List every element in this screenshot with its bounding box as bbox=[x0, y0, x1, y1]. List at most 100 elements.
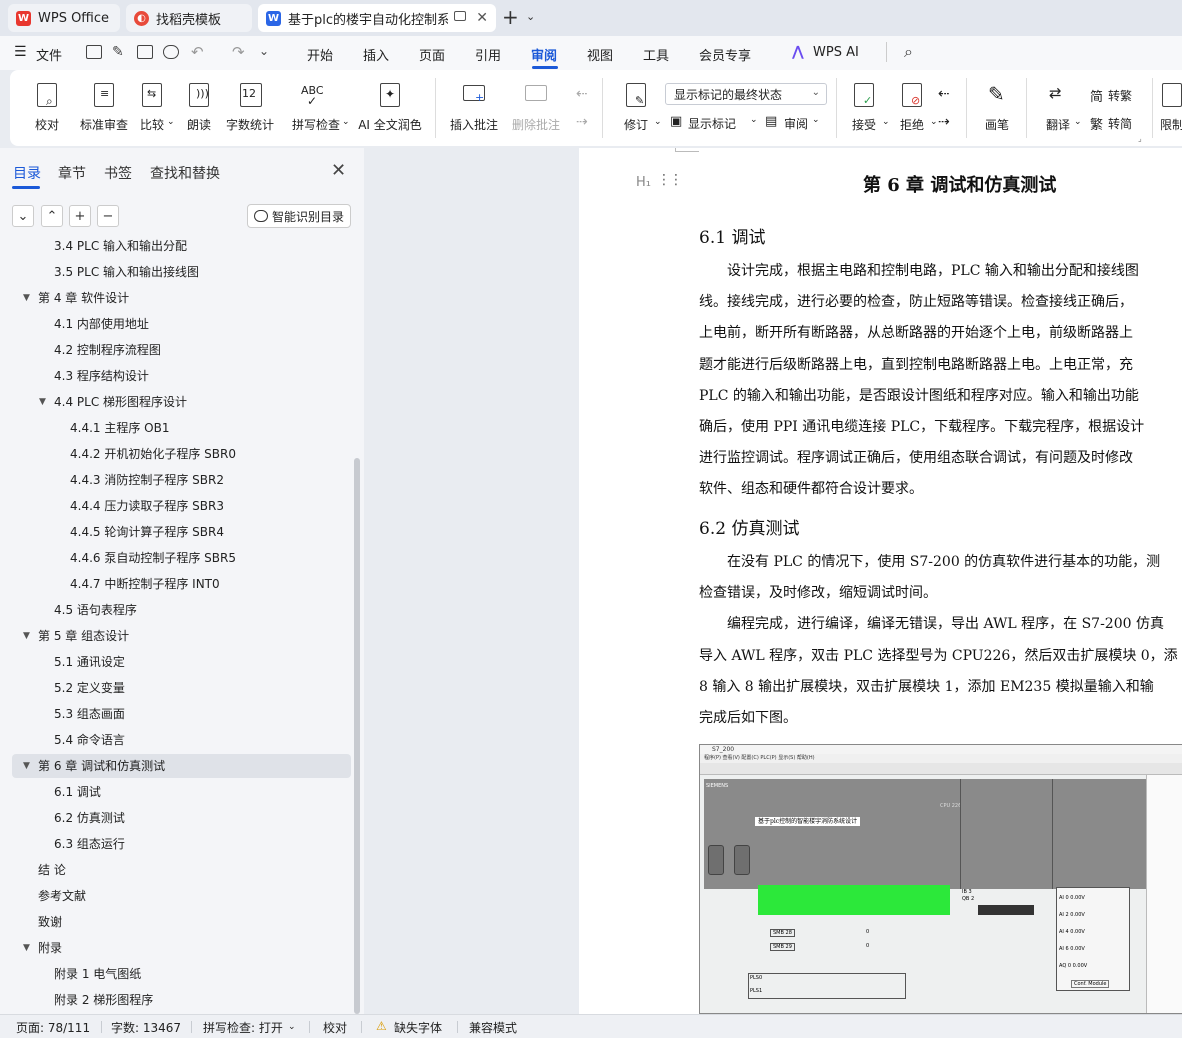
translate-button[interactable]: ⇄ 翻译 ⌄ bbox=[1040, 70, 1082, 146]
toc-item[interactable]: 4.4.5 轮询计算子程序 SBR4 bbox=[0, 520, 352, 544]
toc-item[interactable]: 5.3 组态画面 bbox=[0, 702, 352, 726]
prev-comment-icon[interactable]: ⇠ bbox=[576, 86, 588, 102]
new-tab-plus-icon[interactable]: + bbox=[502, 7, 519, 27]
toc-item[interactable]: 4.4.1 主程序 OB1 bbox=[0, 416, 352, 440]
track-changes-button[interactable]: ✎ 修订 ⌄ bbox=[618, 70, 662, 146]
to-traditional-button[interactable]: 转繁 bbox=[1108, 87, 1132, 104]
menu-page[interactable]: 页面 bbox=[419, 45, 445, 64]
menu-insert[interactable]: 插入 bbox=[363, 45, 389, 64]
prev-change-icon[interactable]: ⇠ bbox=[938, 86, 950, 102]
ai-polish-button[interactable]: ✦ AI 全文润色 bbox=[358, 70, 422, 146]
toc-item[interactable]: 6.2 仿真测试 bbox=[0, 806, 352, 830]
print-preview-icon[interactable] bbox=[163, 45, 179, 59]
toc-item[interactable]: 5.4 命令语言 bbox=[0, 728, 352, 752]
toc-item[interactable]: 6.3 组态运行 bbox=[0, 832, 352, 856]
spell-check-button[interactable]: ABC ✓ 拼写检查 ⌄ bbox=[288, 70, 350, 146]
toc-item[interactable]: ▼ 第 4 章 软件设计 bbox=[0, 286, 352, 310]
page-indicator[interactable]: 页面: 78/111 bbox=[16, 1019, 90, 1036]
toc-item[interactable]: 致谢 bbox=[0, 910, 352, 934]
menu-references[interactable]: 引用 bbox=[475, 45, 501, 64]
monitor-icon[interactable] bbox=[454, 11, 466, 21]
toc-item[interactable]: 4.4.6 泵自动控制子程序 SBR5 bbox=[0, 546, 352, 570]
review-pane-button[interactable]: 审阅 bbox=[784, 115, 808, 132]
expand-caret-icon[interactable]: ▼ bbox=[23, 286, 30, 310]
spell-check-status[interactable]: 拼写检查: 打开 bbox=[203, 1019, 283, 1036]
print-icon[interactable] bbox=[137, 45, 153, 59]
menu-review[interactable]: 审阅 bbox=[531, 45, 557, 64]
close-tab-icon[interactable]: ✕ bbox=[476, 10, 488, 26]
toc-item[interactable]: 4.4.4 压力读取子程序 SBR3 bbox=[0, 494, 352, 518]
hamburger-menu-icon[interactable]: ☰ bbox=[14, 44, 27, 60]
standard-review-button[interactable]: ≡ 标准审查 bbox=[76, 70, 132, 146]
toc-item[interactable]: 5.2 定义变量 bbox=[0, 676, 352, 700]
sidebar-tab-toc[interactable]: 目录 bbox=[13, 163, 41, 183]
toc-item[interactable]: ▼ 4.4 PLC 梯形图程序设计 bbox=[0, 390, 352, 414]
menu-view[interactable]: 视图 bbox=[587, 45, 613, 64]
close-pane-icon[interactable]: ✕ bbox=[331, 160, 346, 181]
sidebar-tab-bookmarks[interactable]: 书签 bbox=[104, 163, 132, 183]
toc-item[interactable]: 4.4.3 消防控制子程序 SBR2 bbox=[0, 468, 352, 492]
next-comment-icon[interactable]: ⇢ bbox=[576, 114, 588, 130]
menu-member[interactable]: 会员专享 bbox=[699, 45, 751, 64]
tab-wps-office[interactable]: W WPS Office bbox=[8, 4, 120, 32]
delete-comment-button[interactable]: 删除批注 bbox=[508, 70, 564, 146]
collapse-chevron-down-icon[interactable]: ⌄ bbox=[12, 205, 34, 227]
brush-icon[interactable]: ✎ bbox=[112, 44, 124, 60]
collapse-chevron-up-icon[interactable]: ⌃ bbox=[41, 205, 63, 227]
missing-font-status[interactable]: 缺失字体 bbox=[394, 1019, 442, 1036]
toc-item[interactable]: 附录 2 梯形图程序 bbox=[0, 988, 352, 1012]
insert-comment-button[interactable]: + 插入批注 bbox=[450, 70, 498, 146]
word-count[interactable]: 字数: 13467 bbox=[111, 1019, 181, 1036]
wps-ai-menu[interactable]: WPS AI bbox=[813, 45, 859, 60]
menu-tools[interactable]: 工具 bbox=[643, 45, 669, 64]
toc-item[interactable]: 4.4.2 开机初始化子程序 SBR0 bbox=[0, 442, 352, 466]
toc-item[interactable]: 4.3 程序结构设计 bbox=[0, 364, 352, 388]
toc-item[interactable]: 参考文献 bbox=[0, 884, 352, 908]
file-menu[interactable]: 文件 bbox=[36, 45, 62, 64]
toc-item[interactable]: ▼ 附录 bbox=[0, 936, 352, 960]
tab-list-chevron-down-icon[interactable]: ⌄ bbox=[526, 10, 535, 23]
word-count-button[interactable]: 12 字数统计 bbox=[226, 70, 274, 146]
accept-button[interactable]: ✓ 接受 ⌄ bbox=[846, 70, 890, 146]
redo-icon[interactable]: ↷ bbox=[232, 43, 245, 61]
proofread-button[interactable]: ⌕ 校对 bbox=[30, 70, 64, 146]
tab-docer-templates[interactable]: ◐ 找稻壳模板 bbox=[126, 4, 252, 32]
toc-item[interactable]: 结 论 bbox=[0, 858, 352, 882]
toc-item[interactable]: 6.1 调试 bbox=[0, 780, 352, 804]
ink-button[interactable]: ✎ 画笔 bbox=[982, 70, 1012, 146]
next-change-icon[interactable]: ⇢ bbox=[938, 114, 950, 130]
toc-item[interactable]: 4.4.7 中断控制子程序 INT0 bbox=[0, 572, 352, 596]
sidebar-tab-chapters[interactable]: 章节 bbox=[58, 163, 86, 183]
reject-button[interactable]: ⊘ 拒绝 ⌄ bbox=[894, 70, 938, 146]
compare-button[interactable]: ⇆ 比较 ⌄ bbox=[134, 70, 175, 146]
ribbon-expand-icon[interactable]: ⌟ bbox=[1138, 134, 1142, 143]
toc-item[interactable]: 5.1 通讯设定 bbox=[0, 650, 352, 674]
drag-handle-icon[interactable]: ⋮⋮ bbox=[657, 172, 683, 188]
toc-item[interactable]: 附录 1 电气图纸 bbox=[0, 962, 352, 986]
toc-item[interactable]: ▼ 第 6 章 调试和仿真测试 bbox=[0, 754, 352, 778]
remove-heading-minus-icon[interactable]: − bbox=[97, 205, 119, 227]
restrict-button[interactable]: 限制 bbox=[1160, 70, 1182, 146]
expand-caret-icon[interactable]: ▼ bbox=[23, 936, 30, 960]
undo-icon[interactable]: ↶ bbox=[191, 43, 204, 61]
tab-current-document[interactable]: W 基于plc的楼宇自动化控制系统 ✕ bbox=[258, 4, 496, 32]
show-markup-button[interactable]: 显示标记 bbox=[688, 115, 736, 132]
toc-item[interactable]: 4.1 内部使用地址 bbox=[0, 312, 352, 336]
save-icon[interactable] bbox=[86, 45, 102, 59]
search-icon[interactable]: ⌕ bbox=[904, 42, 913, 62]
proof-status[interactable]: 校对 bbox=[323, 1019, 347, 1036]
expand-caret-icon[interactable]: ▼ bbox=[39, 390, 46, 414]
toc-item[interactable]: ▼ 第 5 章 组态设计 bbox=[0, 624, 352, 648]
toc-item[interactable]: 3.4 PLC 输入和输出分配 bbox=[0, 236, 352, 258]
markup-display-select[interactable]: 显示标记的最终状态 ⌄ bbox=[665, 83, 827, 105]
toc-item[interactable]: 3.5 PLC 输入和输出接线图 bbox=[0, 260, 352, 284]
expand-caret-icon[interactable]: ▼ bbox=[23, 754, 30, 778]
to-simplified-button[interactable]: 转简 bbox=[1108, 115, 1132, 132]
heading-level-icon[interactable]: H₁ bbox=[636, 175, 651, 190]
add-heading-plus-icon[interactable]: + bbox=[69, 205, 91, 227]
document-page[interactable]: H₁ ⋮⋮ 第 6 章 调试和仿真测试 6.1 调试 设计完成，根据主电路和控制… bbox=[579, 148, 1182, 1014]
spell-chevron-down-icon[interactable]: ⌄ bbox=[288, 1022, 296, 1032]
menu-start[interactable]: 开始 bbox=[307, 45, 333, 64]
toc-item[interactable]: 4.5 语句表程序 bbox=[0, 598, 352, 622]
read-aloud-button[interactable]: ))) 朗读 bbox=[186, 70, 212, 146]
